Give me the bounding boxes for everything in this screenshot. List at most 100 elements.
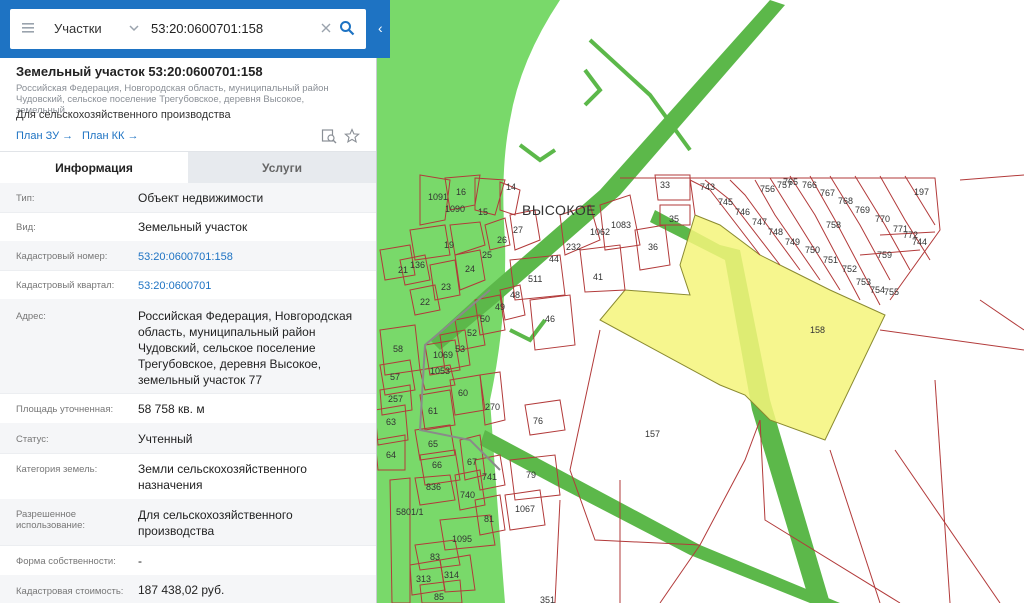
svg-text:85: 85	[434, 592, 444, 602]
property-value: Для сельскохозяйственного производства	[138, 508, 293, 538]
plan-zu-link[interactable]: План ЗУ →	[16, 130, 73, 142]
svg-text:759: 759	[877, 250, 892, 260]
arrow-right-icon: →	[127, 130, 139, 142]
svg-text:765: 765	[783, 177, 798, 187]
cadastral-quarter-link[interactable]: 53:20:0600701	[138, 278, 363, 294]
search-box: Участки 53:20:0600701:158	[10, 9, 366, 49]
svg-text:58: 58	[393, 344, 403, 354]
property-row: Адрес: Российская Федерация, Новгородска…	[0, 299, 376, 394]
svg-text:1091: 1091	[428, 192, 448, 202]
property-value: Учтенный	[138, 432, 193, 446]
svg-text:64: 64	[386, 450, 396, 460]
plan-kk-link[interactable]: План КК →	[82, 130, 138, 142]
svg-text:1053: 1053	[430, 366, 450, 376]
svg-text:1090: 1090	[445, 204, 465, 214]
find-on-map-icon[interactable]	[321, 128, 337, 144]
svg-text:1083: 1083	[611, 220, 631, 230]
search-type-select[interactable]: Участки	[54, 21, 102, 36]
svg-text:46: 46	[545, 314, 555, 324]
svg-text:745: 745	[718, 197, 733, 207]
search-icon[interactable]	[339, 20, 355, 36]
plan-zu-label: План ЗУ	[16, 130, 60, 142]
svg-text:747: 747	[752, 217, 767, 227]
svg-text:67: 67	[467, 457, 477, 467]
property-value: Российская Федерация, Новгородская облас…	[138, 309, 353, 387]
cadastral-number-link[interactable]: 53:20:0600701:158	[138, 249, 363, 265]
collapse-panel-button[interactable]: ‹	[376, 0, 390, 58]
svg-text:44: 44	[549, 254, 559, 264]
property-key: Вид:	[16, 222, 36, 233]
star-icon[interactable]	[344, 128, 360, 144]
svg-text:158: 158	[810, 325, 825, 335]
svg-text:769: 769	[855, 205, 870, 215]
property-key: Адрес:	[16, 311, 46, 322]
svg-text:76: 76	[533, 416, 543, 426]
svg-text:1095: 1095	[452, 534, 472, 544]
svg-text:35: 35	[669, 214, 679, 224]
property-row: Тип: Объект недвижимости	[0, 183, 376, 213]
svg-text:60: 60	[458, 388, 468, 398]
svg-text:50: 50	[480, 314, 490, 324]
svg-text:756: 756	[760, 184, 775, 194]
tab-information[interactable]: Информация	[0, 152, 188, 184]
svg-text:66: 66	[432, 460, 442, 470]
svg-text:753: 753	[856, 277, 871, 287]
property-row: Статус: Учтенный	[0, 423, 376, 454]
property-key: Кадастровая стоимость:	[16, 586, 124, 597]
svg-text:26: 26	[497, 235, 507, 245]
property-value: Объект недвижимости	[138, 191, 264, 205]
svg-text:136: 136	[410, 260, 425, 270]
svg-text:749: 749	[785, 237, 800, 247]
property-key: Разрешенное использование:	[16, 509, 86, 531]
settlement-label: ВЫСОКОЕ	[522, 202, 596, 218]
svg-text:33: 33	[660, 180, 670, 190]
svg-text:22: 22	[420, 297, 430, 307]
parcel-158[interactable]	[599, 214, 886, 441]
svg-text:257: 257	[388, 394, 403, 404]
tabs: Информация Услуги	[0, 151, 376, 184]
property-key: Кадастровый квартал:	[16, 280, 115, 291]
svg-text:766: 766	[802, 180, 817, 190]
tab-services[interactable]: Услуги	[188, 152, 376, 184]
svg-text:741: 741	[482, 472, 497, 482]
svg-text:836: 836	[426, 482, 441, 492]
property-row: Кадастровый номер: 53:20:0600701:158	[0, 241, 376, 271]
svg-text:25: 25	[482, 250, 492, 260]
svg-text:744: 744	[912, 237, 927, 247]
property-key: Категория земель:	[16, 464, 98, 475]
plan-kk-label: План КК	[82, 130, 125, 142]
parcel-title: Земельный участок 53:20:0600701:158	[16, 64, 263, 79]
chevron-down-icon[interactable]	[128, 22, 140, 34]
svg-text:49: 49	[495, 302, 505, 312]
parcel-purpose: Для сельскохозяйственного производства	[16, 109, 231, 121]
svg-text:197: 197	[914, 187, 929, 197]
collapse-icon: ‹	[378, 20, 383, 36]
svg-text:768: 768	[838, 196, 853, 206]
menu-icon[interactable]	[21, 21, 35, 35]
svg-text:16: 16	[456, 187, 466, 197]
svg-text:1062: 1062	[590, 227, 610, 237]
search-input[interactable]: 53:20:0600701:158	[151, 21, 263, 36]
property-row: Вид: Земельный участок	[0, 212, 376, 242]
svg-text:511: 511	[528, 274, 542, 284]
svg-text:27: 27	[513, 225, 523, 235]
svg-text:65: 65	[428, 439, 438, 449]
svg-text:740: 740	[460, 490, 475, 500]
svg-text:79: 79	[526, 470, 536, 480]
svg-text:270: 270	[485, 402, 500, 412]
svg-text:351: 351	[540, 595, 555, 603]
clear-icon[interactable]	[320, 22, 332, 34]
svg-text:750: 750	[805, 245, 820, 255]
svg-text:53: 53	[455, 344, 465, 354]
property-value: 187 438,02 руб.	[138, 583, 225, 597]
property-key: Площадь уточненная:	[16, 404, 114, 415]
property-row: Кадастровая стоимость: 187 438,02 руб.	[0, 575, 376, 603]
svg-text:758: 758	[826, 220, 841, 230]
svg-text:21: 21	[398, 265, 408, 275]
property-value: -	[138, 554, 142, 568]
svg-text:81: 81	[484, 514, 494, 524]
svg-text:751: 751	[823, 255, 838, 265]
svg-text:767: 767	[820, 188, 835, 198]
svg-text:5801/1: 5801/1	[396, 507, 424, 517]
property-row: Кадастровый квартал: 53:20:0600701	[0, 270, 376, 300]
